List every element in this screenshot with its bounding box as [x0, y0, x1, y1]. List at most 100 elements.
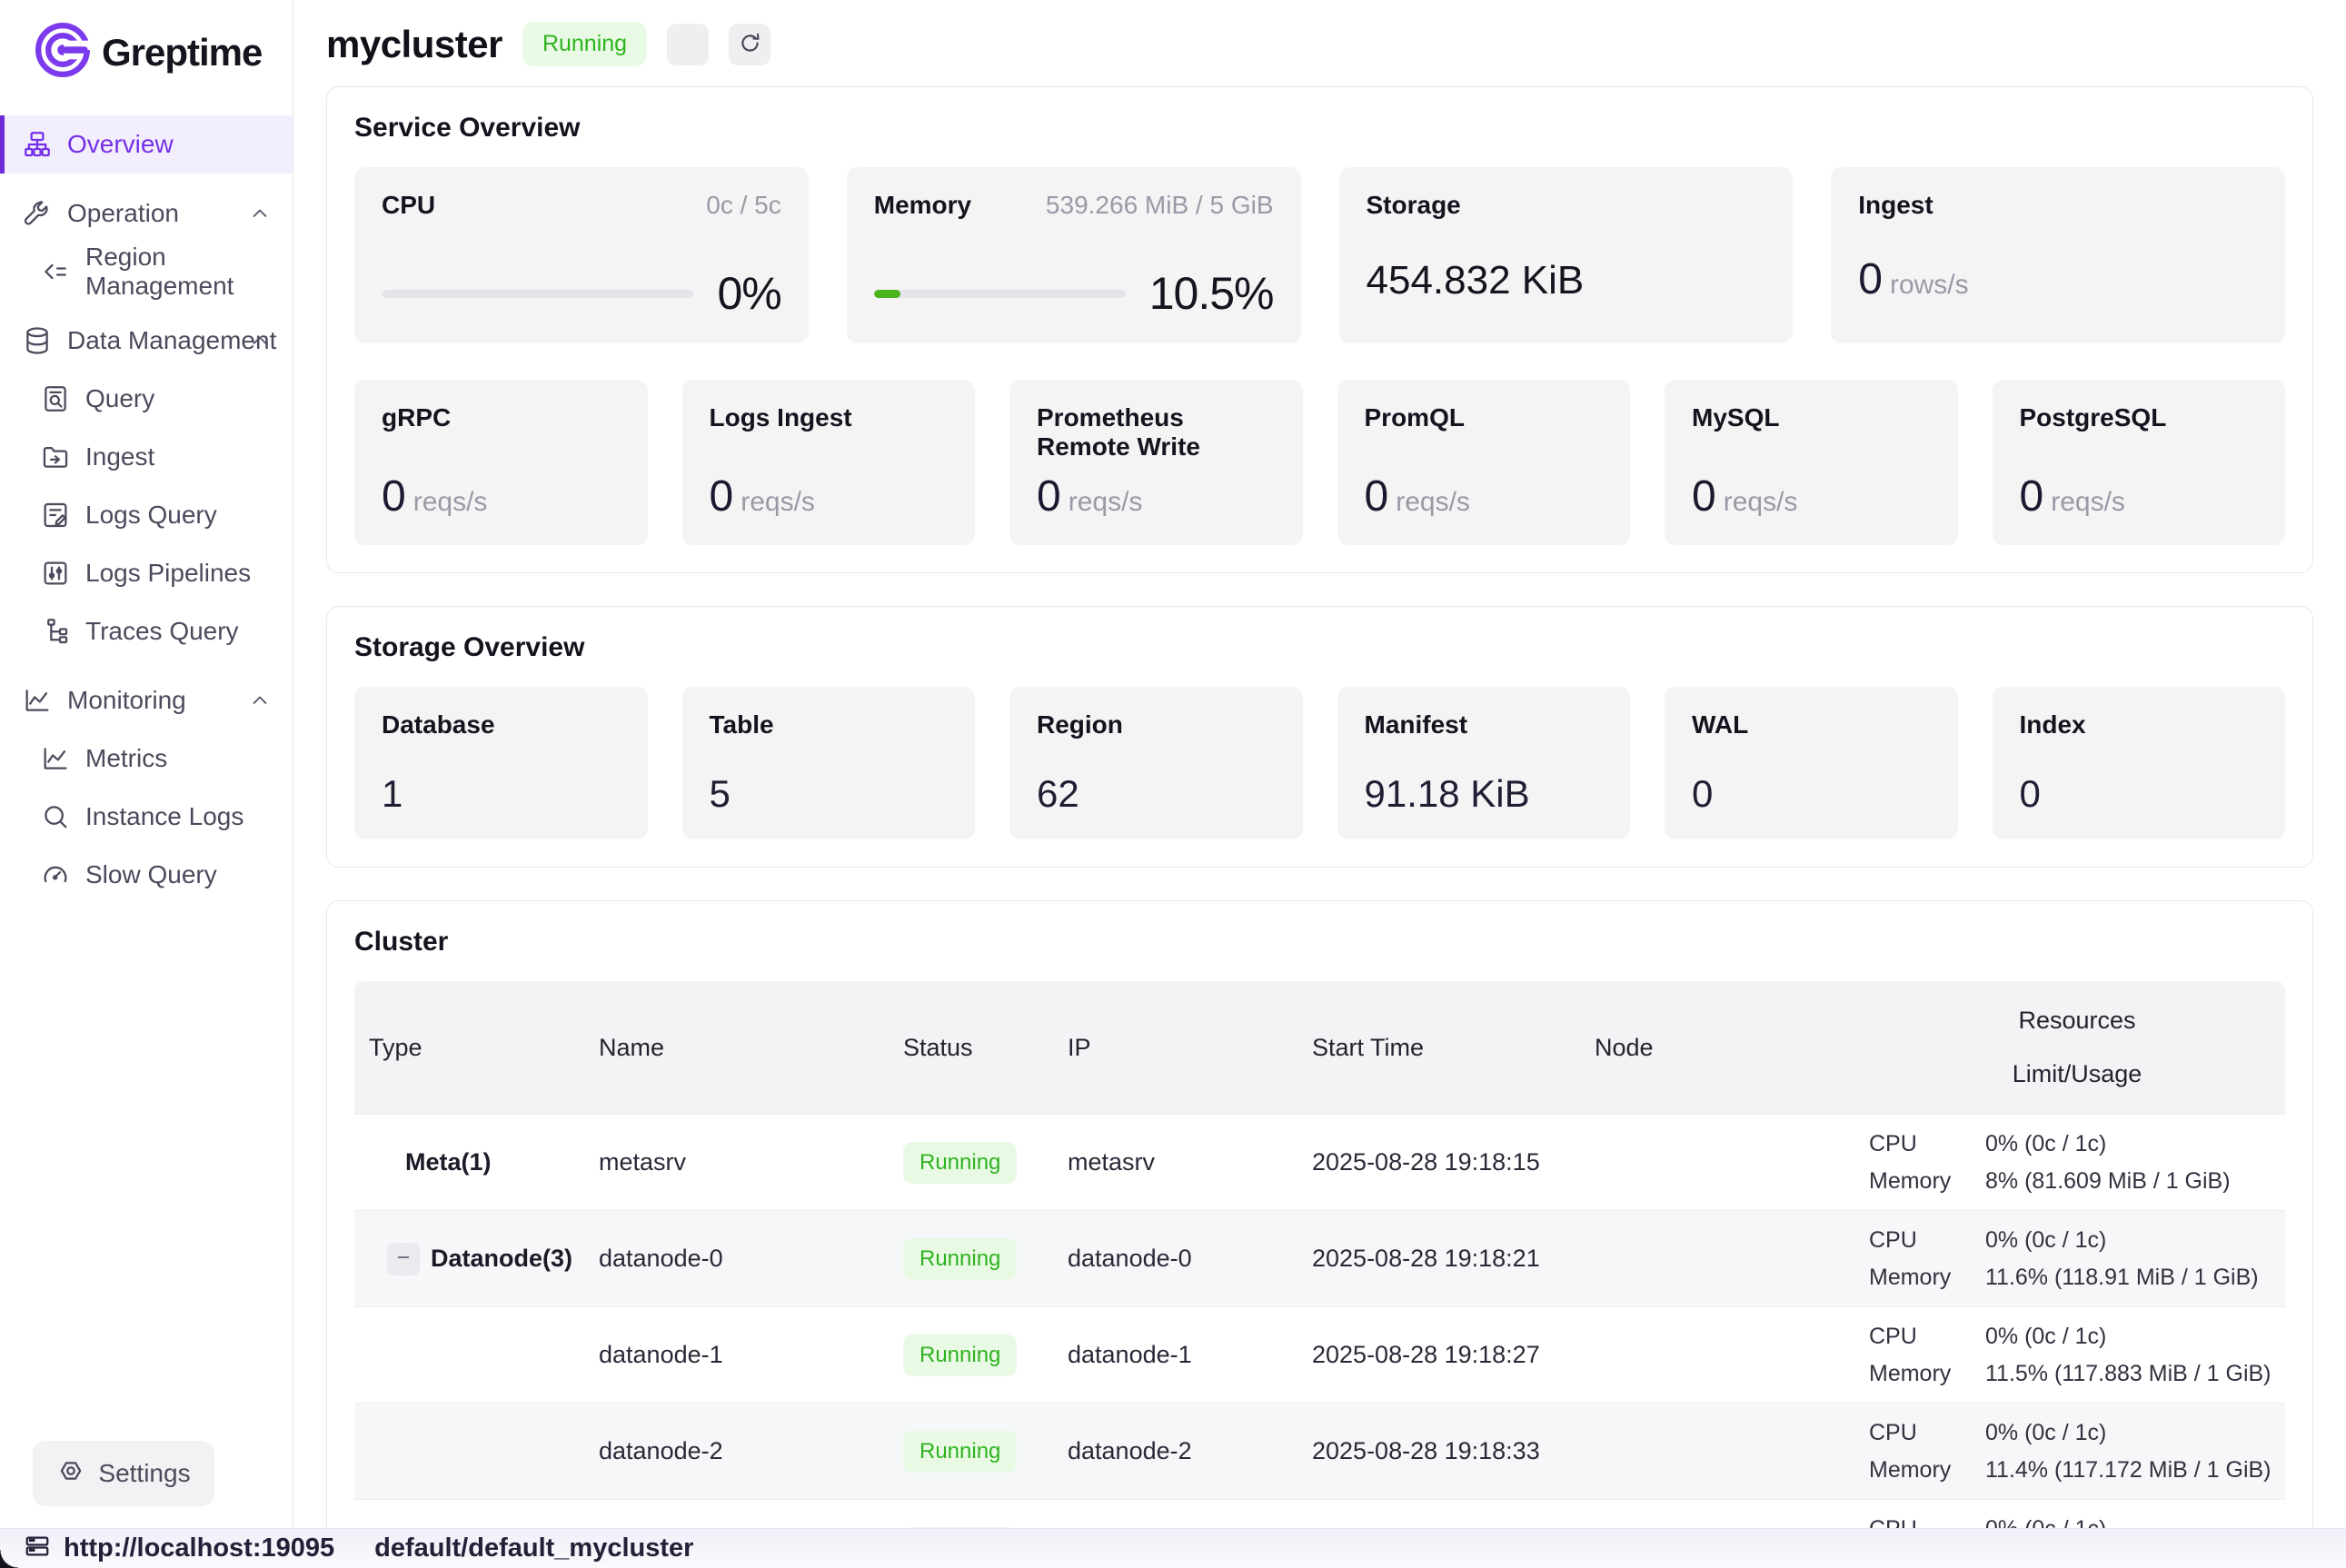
- sidebar-item-traces-query[interactable]: Traces Query: [0, 602, 293, 660]
- storage-card-label: WAL: [1692, 710, 1931, 739]
- minus-icon: [393, 1246, 414, 1271]
- chevron-up-icon[interactable]: [247, 201, 273, 226]
- sidebar-item-label: Data Management: [67, 326, 276, 355]
- cpu-resource-label: CPU: [1869, 1131, 1985, 1157]
- metrics-icon: [40, 743, 71, 774]
- sidebar-item-monitoring[interactable]: Monitoring: [0, 671, 293, 729]
- chevron-up-icon[interactable]: [247, 688, 273, 713]
- sidebar-item-label: Logs Query: [85, 501, 217, 530]
- storage-card-label: Index: [2020, 710, 2259, 739]
- sidebar-item-data-management[interactable]: Data Management: [0, 312, 293, 370]
- memory-resource-value: 8% (81.609 MiB / 1 GiB): [1985, 1168, 2231, 1195]
- refresh-button[interactable]: [729, 24, 770, 65]
- rate-card-postgresql: PostgreSQL0reqs/s: [1993, 380, 2286, 545]
- cell-ip: datanode-2: [1053, 1437, 1297, 1465]
- memory-resource-value: 11.4% (117.172 MiB / 1 GiB): [1985, 1457, 2271, 1484]
- instance-logs-icon: [40, 801, 71, 832]
- ingest-value: 0: [1858, 255, 1883, 303]
- cell-status: Running: [889, 1142, 1053, 1184]
- wrench-icon: [22, 198, 53, 229]
- collapse-toggle-button[interactable]: [387, 1243, 420, 1275]
- cluster-table: Type Name Status IP Start Time Node Reso…: [354, 981, 2285, 1528]
- chevron-up-icon[interactable]: [247, 328, 273, 353]
- storage-card-label: Table: [710, 710, 949, 739]
- cell-resources: CPU0% (0c / 1c)Memory8% (81.609 MiB / 1 …: [1854, 1118, 2285, 1207]
- ingest-label: Ingest: [1858, 191, 1933, 220]
- refresh-icon: [738, 31, 762, 58]
- storage-card-table: Table5: [682, 687, 976, 839]
- rate-card-unit: reqs/s: [2051, 487, 2125, 517]
- cell-status: Running: [889, 1431, 1053, 1473]
- row-status-badge: Running: [903, 1431, 1017, 1473]
- sidebar-item-query[interactable]: Query: [0, 370, 293, 428]
- sidebar-item-operation[interactable]: Operation: [0, 184, 293, 243]
- settings-button[interactable]: Settings: [33, 1441, 214, 1506]
- sidebar-item-slow-query[interactable]: Slow Query: [0, 846, 293, 904]
- ingest-unit: rows/s: [1890, 270, 1969, 300]
- storage-card-wal: WAL0: [1665, 687, 1958, 839]
- region-management-icon: [40, 256, 71, 287]
- cluster-table-header: Type Name Status IP Start Time Node Reso…: [354, 981, 2285, 1114]
- sidebar-item-label: Operation: [67, 199, 179, 228]
- sidebar-item-label: Ingest: [85, 442, 154, 471]
- cell-start-time: 2025-08-28 19:18:33: [1297, 1437, 1580, 1465]
- storage-label: Storage: [1367, 191, 1461, 220]
- rate-card-prometheus-remote-write: Prometheus Remote Write0reqs/s: [1009, 380, 1303, 545]
- status-bar: http://localhost:19095 default/default_m…: [0, 1528, 2346, 1568]
- memory-percent: 10.5%: [1149, 267, 1274, 320]
- cluster-panel: Cluster Type Name Status IP Start Time N…: [326, 900, 2313, 1528]
- server-icon: [24, 1533, 51, 1564]
- cluster-table-row: datanode-2Runningdatanode-22025-08-28 19…: [354, 1403, 2285, 1499]
- rate-card-mysql: MySQL0reqs/s: [1665, 380, 1958, 545]
- cpu-resource-value: 0% (0c / 1c): [1985, 1131, 2106, 1157]
- brand-logo: Greptime: [0, 0, 293, 92]
- cluster-table-row: Frontend(1)frontend-0Runningfrontend-020…: [354, 1499, 2285, 1528]
- sidebar-item-label: Instance Logs: [85, 802, 244, 831]
- rate-card-label: Logs Ingest: [710, 403, 949, 432]
- col-type: Type: [354, 1034, 584, 1062]
- cpu-resource-value: 0% (0c / 1c): [1985, 1324, 2106, 1350]
- row-status-badge: Running: [903, 1335, 1017, 1376]
- cpu-label: CPU: [382, 191, 435, 220]
- cluster-title: Cluster: [354, 927, 2285, 958]
- rate-card-unit: reqs/s: [1396, 487, 1470, 517]
- storage-card-label: Manifest: [1365, 710, 1604, 739]
- row-status-badge: Running: [903, 1238, 1017, 1280]
- sidebar-item-overview[interactable]: Overview: [0, 115, 293, 174]
- col-start-time: Start Time: [1297, 1034, 1580, 1062]
- greptime-logo-icon: [33, 20, 93, 84]
- rate-card-unit: reqs/s: [1724, 487, 1798, 517]
- storage-card-value: 62: [1037, 772, 1276, 816]
- memory-card: Memory 539.266 MiB / 5 GiB 10.5%: [847, 167, 1301, 343]
- sidebar-item-label: Logs Pipelines: [85, 559, 251, 588]
- main-content: mycluster Running Service Overview CPU 0…: [293, 0, 2346, 1528]
- sidebar-item-metrics[interactable]: Metrics: [0, 729, 293, 788]
- cpu-resource-label: CPU: [1869, 1420, 1985, 1446]
- monitoring-icon: [22, 685, 53, 716]
- row-status-badge: Running: [903, 1142, 1017, 1184]
- cluster-table-row: Meta(1)metasrvRunningmetasrv2025-08-28 1…: [354, 1114, 2285, 1210]
- sidebar-item-ingest[interactable]: Ingest: [0, 428, 293, 486]
- sidebar-item-label: Metrics: [85, 744, 167, 773]
- page-title: mycluster: [326, 23, 502, 66]
- sidebar-item-region-management[interactable]: Region Management: [0, 243, 293, 301]
- storage-card-value: 1: [382, 772, 621, 816]
- cluster-action-button[interactable]: [667, 24, 709, 65]
- cpu-resource-value: 0% (0c / 1c): [1985, 1227, 2106, 1254]
- sidebar-item-logs-query[interactable]: Logs Query: [0, 486, 293, 544]
- service-overview-panel: Service Overview CPU 0c / 5c 0% Memory 5…: [326, 86, 2313, 573]
- cpu-resource-label: CPU: [1869, 1516, 1985, 1529]
- cell-name: datanode-2: [584, 1437, 889, 1465]
- overview-icon: [22, 129, 53, 160]
- col-status: Status: [889, 1034, 1053, 1062]
- storage-overview-title: Storage Overview: [354, 632, 2285, 663]
- rate-card-value: 0: [1037, 472, 1061, 521]
- col-limit-usage: Limit/Usage: [2013, 1060, 2142, 1088]
- rate-card-label: PostgreSQL: [2020, 403, 2259, 432]
- col-name: Name: [584, 1034, 889, 1062]
- cpu-resource-value: 0% (0c / 1c): [1985, 1516, 2106, 1529]
- rate-card-value: 0: [382, 472, 406, 521]
- sidebar-item-logs-pipelines[interactable]: Logs Pipelines: [0, 544, 293, 602]
- cell-status: Running: [889, 1335, 1053, 1376]
- sidebar-item-instance-logs[interactable]: Instance Logs: [0, 788, 293, 846]
